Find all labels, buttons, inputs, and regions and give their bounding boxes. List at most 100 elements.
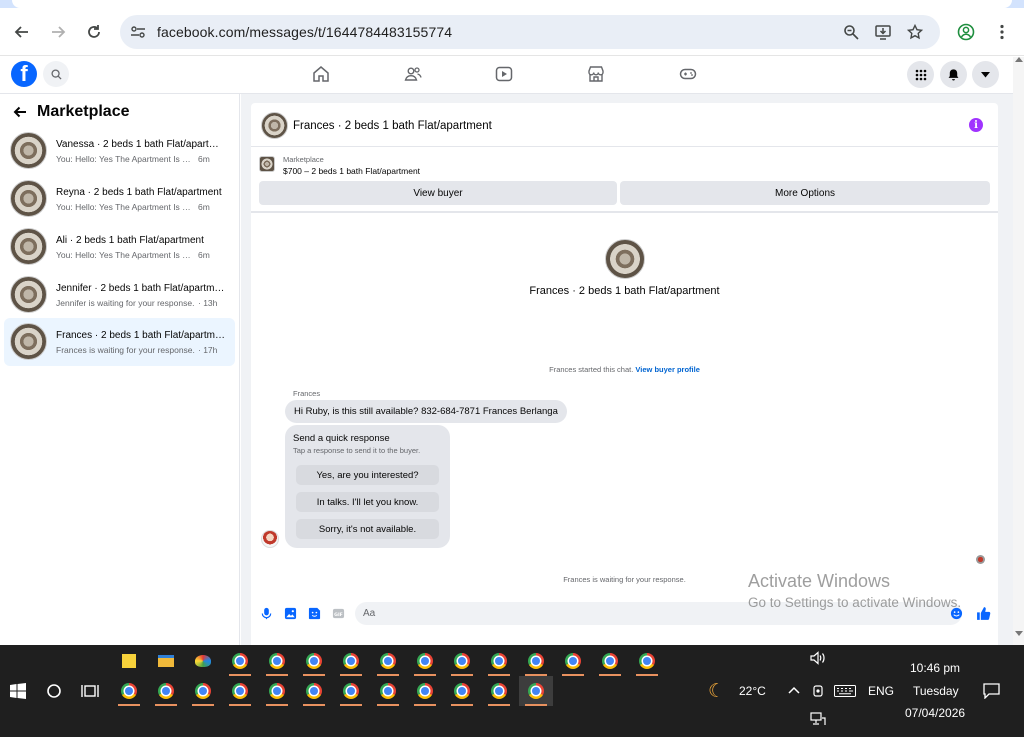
quick-response-in-talks-button[interactable]: In talks. I'll let you know. [296, 492, 439, 512]
quick-response-yes-button[interactable]: Yes, are you interested? [296, 465, 439, 485]
account-dropdown-icon[interactable] [972, 61, 999, 88]
chrome-window-icon[interactable] [149, 676, 183, 706]
clock-day[interactable]: Tuesday [913, 684, 959, 698]
quick-response-not-available-button[interactable]: Sorry, it's not available. [296, 519, 439, 539]
task-view-icon[interactable] [81, 683, 99, 699]
message-bubble: Hi Ruby, is this still available? 832-68… [285, 400, 567, 423]
chrome-window-icon[interactable] [482, 646, 516, 676]
site-settings-icon[interactable] [130, 24, 146, 40]
emoji-icon[interactable] [950, 607, 963, 620]
chrome-window-icon[interactable] [371, 646, 405, 676]
chrome-window-icon[interactable] [334, 676, 368, 706]
chrome-window-icon[interactable] [223, 646, 257, 676]
clock-date[interactable]: 07/04/2026 [905, 706, 965, 720]
weather-moon-icon[interactable]: ☾ [708, 680, 725, 703]
chrome-window-icon[interactable] [297, 676, 331, 706]
conversation-item-jennifer[interactable]: Jennifer · 2 beds 1 bath Flat/apartment … [4, 271, 235, 319]
avatar [10, 132, 47, 169]
view-buyer-profile-link[interactable]: View buyer profile [635, 365, 699, 374]
chrome-window-icon[interactable] [519, 646, 553, 676]
chrome-window-icon[interactable] [334, 646, 368, 676]
clock-time[interactable]: 10:46 pm [910, 661, 960, 675]
view-buyer-button[interactable]: View buyer [259, 181, 617, 205]
conversation-item-ali[interactable]: Ali · 2 beds 1 bath Flat/apartment You: … [4, 223, 235, 271]
chrome-window-icon[interactable] [556, 646, 590, 676]
sticker-icon[interactable] [308, 607, 321, 620]
chrome-window-icon[interactable] [112, 676, 146, 706]
marketplace-icon[interactable] [587, 65, 605, 83]
chat-title[interactable]: Frances · 2 beds 1 bath Flat/apartment [293, 120, 492, 132]
volume-icon[interactable] [810, 651, 826, 665]
meet-now-icon[interactable] [811, 683, 825, 699]
page-scrollbar[interactable] [1013, 57, 1024, 645]
thumbs-up-icon[interactable] [976, 606, 991, 621]
show-hidden-icons-chevron-icon[interactable] [788, 686, 800, 694]
forward-icon[interactable] [46, 20, 70, 44]
message-input[interactable] [355, 602, 962, 625]
avatar [10, 276, 47, 313]
reload-icon[interactable] [82, 20, 106, 44]
chrome-window-icon[interactable] [630, 646, 664, 676]
friends-icon[interactable] [404, 65, 422, 83]
chrome-menu-icon[interactable] [990, 20, 1014, 44]
windows-taskbar: ☾ 22°C ENG 10:46 pm Tuesday 07/04/2026 [0, 645, 1024, 737]
chrome-window-icon[interactable] [297, 646, 331, 676]
sticky-notes-app-icon[interactable] [112, 646, 146, 676]
chat-avatar[interactable] [261, 112, 288, 139]
install-app-icon[interactable] [875, 24, 891, 40]
video-icon[interactable] [495, 65, 513, 83]
gif-icon[interactable]: GIF [332, 607, 345, 620]
chrome-window-icon[interactable] [445, 676, 479, 706]
conversation-preview: You: Hello: Yes The Apartment Is Still .… [56, 154, 196, 164]
facebook-logo-icon[interactable]: f [11, 61, 37, 87]
back-icon[interactable] [10, 20, 34, 44]
gaming-icon[interactable] [679, 65, 697, 83]
chrome-window-icon[interactable] [260, 676, 294, 706]
chrome-window-icon[interactable] [408, 676, 442, 706]
back-arrow-icon[interactable] [12, 104, 28, 120]
active-tab[interactable] [12, 0, 1012, 8]
notification-center-icon[interactable] [983, 683, 1000, 699]
profile-icon[interactable] [954, 20, 978, 44]
zoom-icon[interactable] [843, 24, 859, 40]
conversation-item-vanessa[interactable]: Vanessa · 2 beds 1 bath Flat/apartment Y… [4, 127, 235, 175]
weather-temperature[interactable]: 22°C [739, 684, 766, 698]
chrome-window-icon[interactable] [371, 676, 405, 706]
address-bar[interactable]: facebook.com/messages/t/1644784483155774 [120, 15, 940, 49]
seen-indicator [976, 555, 985, 564]
chrome-window-icon[interactable] [519, 676, 553, 706]
chrome-window-icon[interactable] [482, 676, 516, 706]
profile-avatar[interactable] [605, 239, 645, 279]
notifications-bell-icon[interactable] [940, 61, 967, 88]
chrome-window-icon[interactable] [260, 646, 294, 676]
chrome-window-icon[interactable] [445, 646, 479, 676]
keyboard-icon[interactable] [834, 685, 856, 697]
conversation-item-frances[interactable]: Frances · 2 beds 1 bath Flat/apartment F… [4, 318, 235, 366]
network-icon[interactable] [810, 712, 826, 726]
chrome-window-icon[interactable] [408, 646, 442, 676]
search-icon[interactable] [46, 683, 62, 699]
input-language[interactable]: ENG [868, 684, 894, 698]
microphone-icon[interactable] [260, 607, 273, 620]
listing-price[interactable]: $700 – 2 beds 1 bath Flat/apartment [283, 166, 420, 176]
scroll-up-arrow-icon[interactable] [1015, 57, 1023, 62]
more-options-button[interactable]: More Options [620, 181, 990, 205]
conversation-time: 6m [198, 202, 210, 212]
chrome-window-icon[interactable] [186, 676, 220, 706]
info-icon[interactable]: i [969, 118, 983, 132]
menu-grid-icon[interactable] [907, 61, 934, 88]
search-icon[interactable] [43, 61, 69, 87]
conversation-time: 6m [198, 154, 210, 164]
file-explorer-app-icon[interactable] [149, 646, 183, 676]
scroll-down-arrow-icon[interactable] [1015, 631, 1023, 636]
listing-thumbnail[interactable] [259, 156, 275, 172]
chrome-window-icon[interactable] [593, 646, 627, 676]
photo-icon[interactable] [284, 607, 297, 620]
sender-avatar[interactable] [261, 530, 279, 548]
conversation-item-reyna[interactable]: Reyna · 2 beds 1 bath Flat/apartment You… [4, 175, 235, 223]
paint-app-icon[interactable] [186, 646, 220, 676]
chrome-window-icon[interactable] [223, 676, 257, 706]
bookmark-star-icon[interactable] [907, 24, 923, 40]
windows-start-icon[interactable] [10, 683, 26, 699]
home-icon[interactable] [312, 65, 330, 83]
